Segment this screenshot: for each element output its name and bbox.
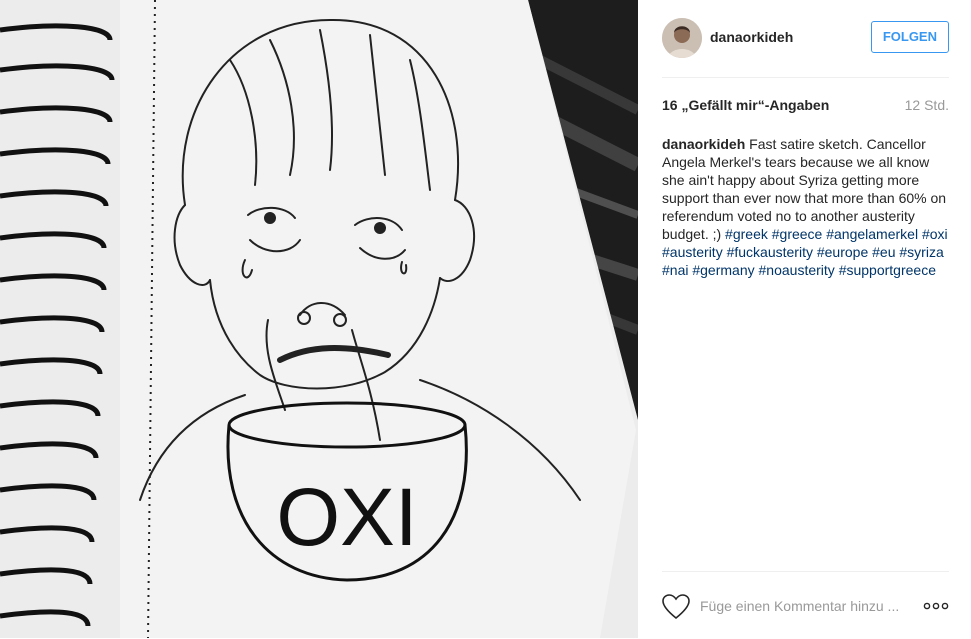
hashtag-link[interactable]: #angelamerkel: [826, 226, 918, 242]
username-link[interactable]: danaorkideh: [710, 29, 793, 45]
hashtag-link[interactable]: #europe: [817, 244, 868, 260]
post-caption: danaorkideh Fast satire sketch. Cancello…: [662, 135, 949, 279]
post-sidebar: danaorkideh FOLGEN 16 „Gefällt mir“-Anga…: [638, 0, 971, 638]
sketch-illustration: OXI: [0, 0, 638, 638]
avatar[interactable]: [662, 18, 702, 58]
likes-count[interactable]: 16 „Gefällt mir“-Angaben: [662, 97, 829, 113]
post-meta: 16 „Gefällt mir“-Angaben 12 Std.: [662, 97, 949, 115]
hashtag-link[interactable]: #noausterity: [759, 262, 835, 278]
hashtag-link[interactable]: #eu: [872, 244, 895, 260]
hashtag-link[interactable]: #supportgreece: [839, 262, 936, 278]
follow-button[interactable]: FOLGEN: [870, 21, 949, 53]
hashtag-link[interactable]: #greece: [772, 226, 823, 242]
hashtag-link[interactable]: #greek: [725, 226, 768, 242]
hashtag-link[interactable]: #germany: [692, 262, 754, 278]
hashtag-link[interactable]: #fuckausterity: [727, 244, 813, 260]
avatar-image: [662, 18, 702, 58]
post-actions: [662, 571, 949, 639]
hashtag-link[interactable]: #austerity: [662, 244, 723, 260]
comment-input[interactable]: [700, 594, 910, 618]
hashtag-link[interactable]: #syriza: [899, 244, 943, 260]
post-image[interactable]: OXI: [0, 0, 638, 638]
caption-username[interactable]: danaorkideh: [662, 136, 745, 152]
more-options-icon[interactable]: [923, 598, 949, 614]
hashtag-link[interactable]: #oxi: [922, 226, 948, 242]
heart-icon[interactable]: [662, 594, 690, 620]
post-header: danaorkideh FOLGEN: [662, 0, 949, 78]
post-timestamp[interactable]: 12 Std.: [905, 97, 949, 113]
hashtag-link[interactable]: #nai: [662, 262, 688, 278]
bowl-label: OXI: [276, 472, 417, 563]
